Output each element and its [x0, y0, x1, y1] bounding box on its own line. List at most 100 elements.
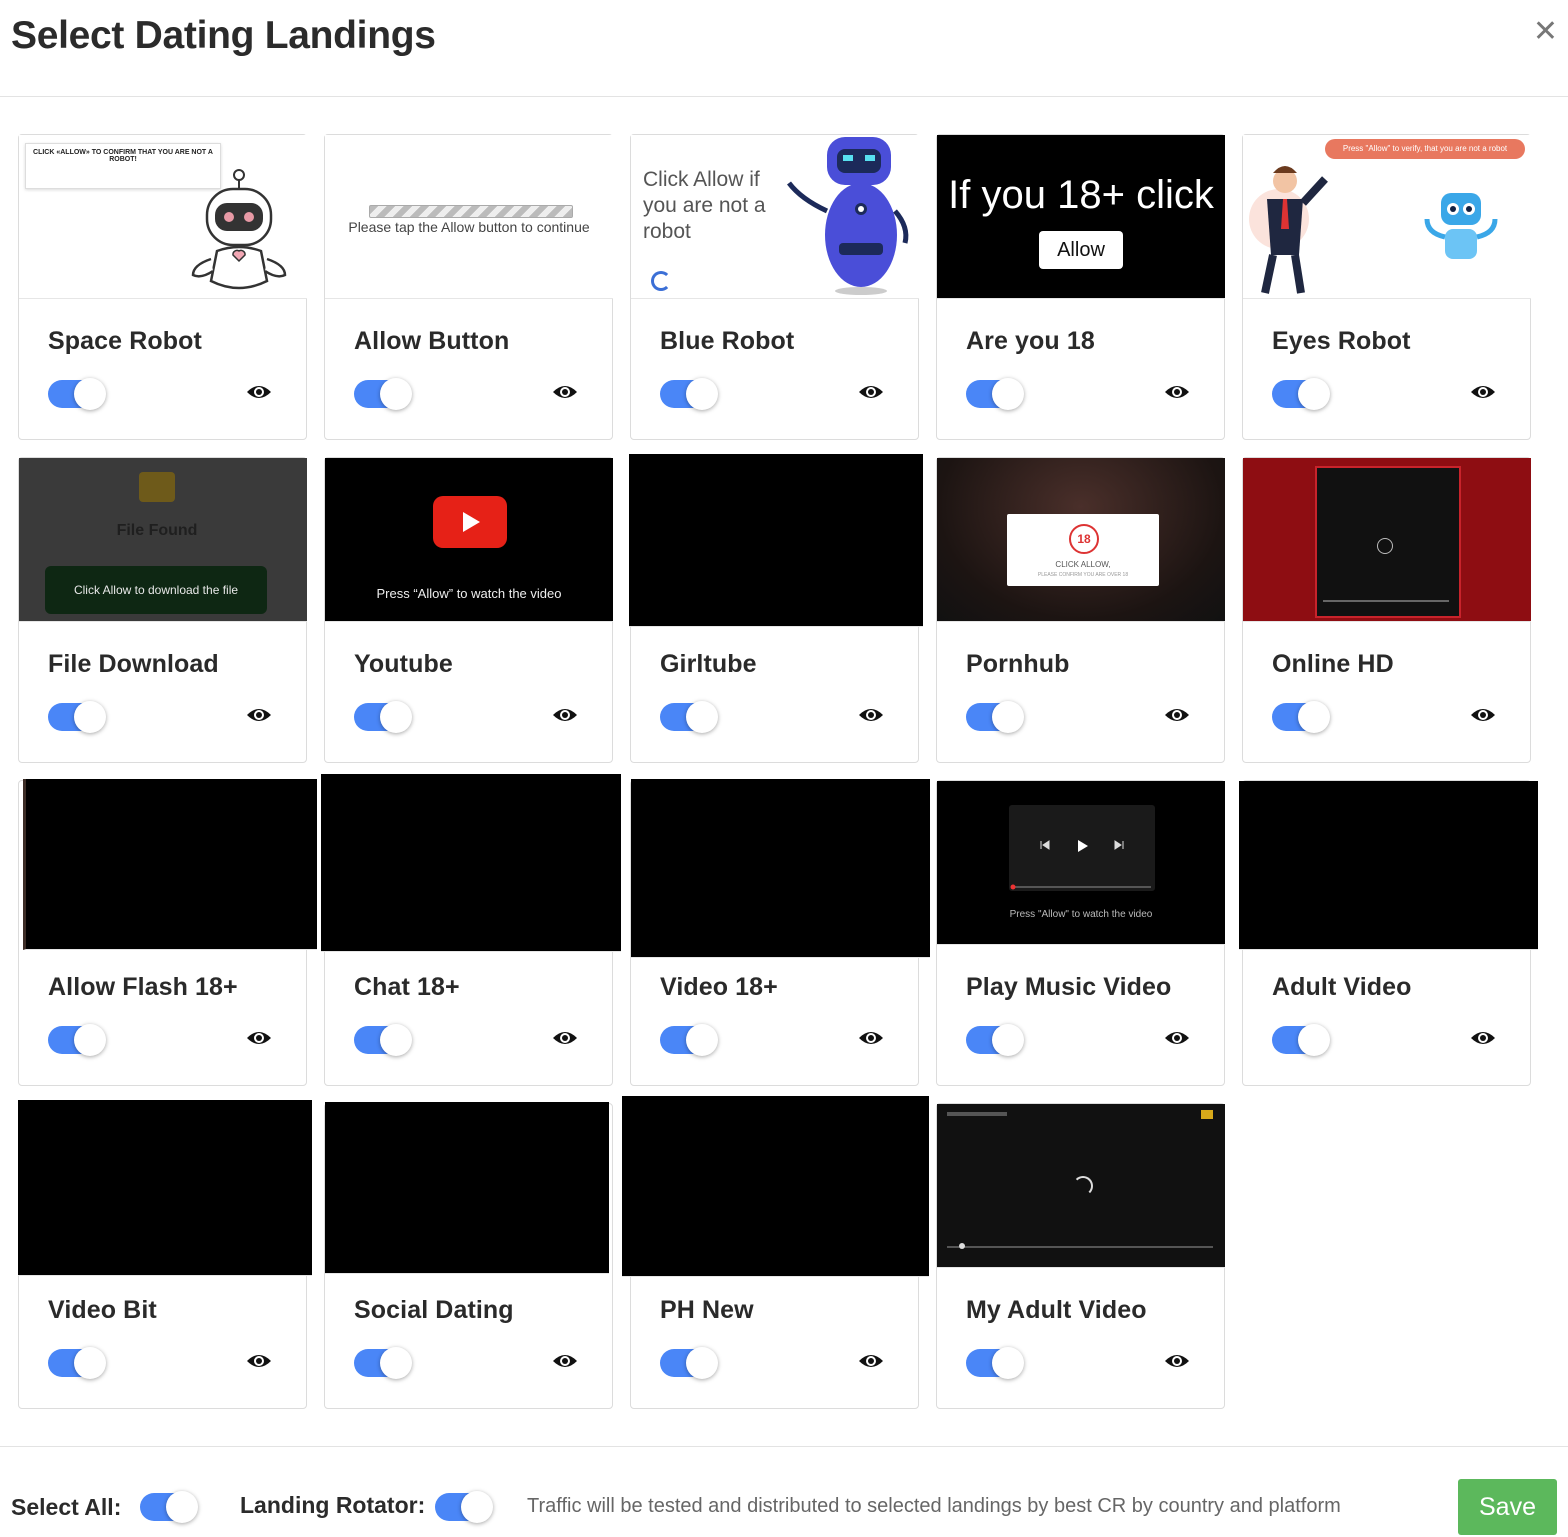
landing-toggle[interactable]	[48, 378, 106, 410]
close-icon[interactable]: ✕	[1533, 14, 1558, 50]
businessman-illustration	[1249, 166, 1328, 294]
landing-preview	[23, 779, 317, 950]
landing-toggle[interactable]	[660, 1347, 718, 1379]
save-button[interactable]: Save	[1458, 1479, 1557, 1535]
landing-toggle[interactable]	[1272, 1024, 1330, 1056]
eye-icon[interactable]	[246, 1351, 272, 1371]
landing-toggle[interactable]	[354, 701, 412, 733]
youtube-play-icon	[433, 496, 507, 548]
landing-preview: File Found Click Allow to download the f…	[19, 458, 307, 622]
eye-icon[interactable]	[1470, 705, 1496, 725]
eye-icon[interactable]	[858, 1028, 884, 1048]
eye-icon[interactable]	[858, 382, 884, 402]
landing-card: Girltube	[629, 454, 923, 763]
landing-toggle[interactable]	[660, 378, 718, 410]
landing-card: Online HD	[1242, 457, 1531, 763]
landing-card: Press "Allow" to watch the video Play Mu…	[936, 780, 1225, 1086]
landing-name: Social Dating	[354, 1296, 514, 1324]
landing-name: File Download	[48, 650, 219, 678]
eye-icon[interactable]	[858, 705, 884, 725]
landing-toggle[interactable]	[966, 378, 1024, 410]
landing-toggle[interactable]	[1272, 378, 1330, 410]
landing-card: Allow Flash 18+	[18, 779, 317, 1086]
landing-preview	[325, 1102, 609, 1274]
landing-card: Video Bit	[18, 1100, 312, 1409]
landing-card: PH New	[622, 1096, 929, 1409]
landing-preview: Press “Allow” to watch the video	[325, 458, 613, 622]
landing-toggle[interactable]	[354, 1024, 412, 1056]
landing-name: Video Bit	[48, 1296, 157, 1324]
eye-icon[interactable]	[1164, 1028, 1190, 1048]
landing-toggle[interactable]	[1272, 701, 1330, 733]
eye-icon[interactable]	[1470, 1028, 1496, 1048]
eye-icon[interactable]	[246, 705, 272, 725]
landing-name: PH New	[660, 1296, 754, 1324]
landing-card: Press "Allow" to verify, that you are no…	[1242, 134, 1531, 440]
blue-robot-illustration	[787, 137, 909, 295]
robot-illustration	[191, 169, 287, 290]
landing-preview: Click Allow if you are not a robot	[631, 135, 919, 299]
landing-toggle[interactable]	[354, 378, 412, 410]
landing-name: Eyes Robot	[1272, 327, 1411, 355]
landing-name: Allow Flash 18+	[48, 973, 238, 1001]
eye-icon[interactable]	[1164, 382, 1190, 402]
landing-name: Allow Button	[354, 327, 510, 355]
landing-preview: CLICK «ALLOW» TO CONFIRM THAT YOU ARE NO…	[19, 135, 307, 299]
landing-name: Online HD	[1272, 650, 1394, 678]
landing-toggle[interactable]	[660, 701, 718, 733]
landing-preview: 18 CLICK ALLOW, PLEASE CONFIRM YOU ARE O…	[937, 458, 1225, 622]
landing-preview: Press "Allow" to verify, that you are no…	[1243, 135, 1531, 299]
landing-name: Blue Robot	[660, 327, 795, 355]
landing-preview	[321, 774, 621, 952]
landing-preview: If you 18+ click Allow	[937, 135, 1225, 299]
landing-preview: Please tap the Allow button to continue	[325, 135, 613, 299]
eyes-robot-illustration	[1424, 193, 1498, 259]
landing-card: Chat 18+	[321, 774, 621, 1086]
modal-footer: Select All: Landing Rotator: Traffic wil…	[0, 1446, 1568, 1537]
landing-name: Adult Video	[1272, 973, 1412, 1001]
eye-icon[interactable]	[552, 705, 578, 725]
landing-preview	[18, 1100, 312, 1276]
eye-icon[interactable]	[552, 1028, 578, 1048]
eye-icon[interactable]	[552, 382, 578, 402]
landing-card: Click Allow if you are not a robot Blue …	[630, 134, 919, 440]
eye-icon[interactable]	[246, 1028, 272, 1048]
landing-toggle[interactable]	[966, 1347, 1024, 1379]
eye-icon[interactable]	[552, 1351, 578, 1371]
landing-card: CLICK «ALLOW» TO CONFIRM THAT YOU ARE NO…	[18, 134, 307, 440]
landing-name: Girltube	[660, 650, 757, 678]
landing-preview	[631, 779, 930, 958]
landing-card: My Adult Video	[936, 1103, 1225, 1409]
eye-icon[interactable]	[1470, 382, 1496, 402]
landing-toggle[interactable]	[48, 701, 106, 733]
landing-name: Chat 18+	[354, 973, 460, 1001]
landing-card: Social Dating	[324, 1102, 613, 1409]
landing-name: Pornhub	[966, 650, 1070, 678]
landing-toggle[interactable]	[354, 1347, 412, 1379]
landing-name: Video 18+	[660, 973, 778, 1001]
landing-card: Please tap the Allow button to continue …	[324, 134, 613, 440]
eye-icon[interactable]	[858, 1351, 884, 1371]
folder-icon	[139, 472, 175, 502]
eye-icon[interactable]	[1164, 1351, 1190, 1371]
select-all-toggle[interactable]	[140, 1491, 198, 1523]
landing-preview	[1243, 458, 1531, 622]
landing-card: Video 18+	[630, 779, 930, 1086]
landing-preview	[1239, 781, 1538, 950]
modal-title: Select Dating Landings	[11, 14, 436, 57]
landing-name: Youtube	[354, 650, 453, 678]
landing-preview	[629, 454, 923, 627]
select-all-label: Select All:	[11, 1494, 122, 1520]
landing-name: Space Robot	[48, 327, 202, 355]
eye-icon[interactable]	[246, 382, 272, 402]
landing-toggle[interactable]	[660, 1024, 718, 1056]
landing-toggle[interactable]	[48, 1024, 106, 1056]
landing-preview	[622, 1096, 929, 1277]
landing-rotator-toggle[interactable]	[435, 1491, 493, 1523]
landing-toggle[interactable]	[48, 1347, 106, 1379]
landing-toggle[interactable]	[966, 1024, 1024, 1056]
eye-icon[interactable]	[1164, 705, 1190, 725]
rotator-note: Traffic will be tested and distributed t…	[527, 1495, 1341, 1517]
landing-toggle[interactable]	[966, 701, 1024, 733]
landing-card: Press “Allow” to watch the video Youtube	[324, 457, 613, 763]
